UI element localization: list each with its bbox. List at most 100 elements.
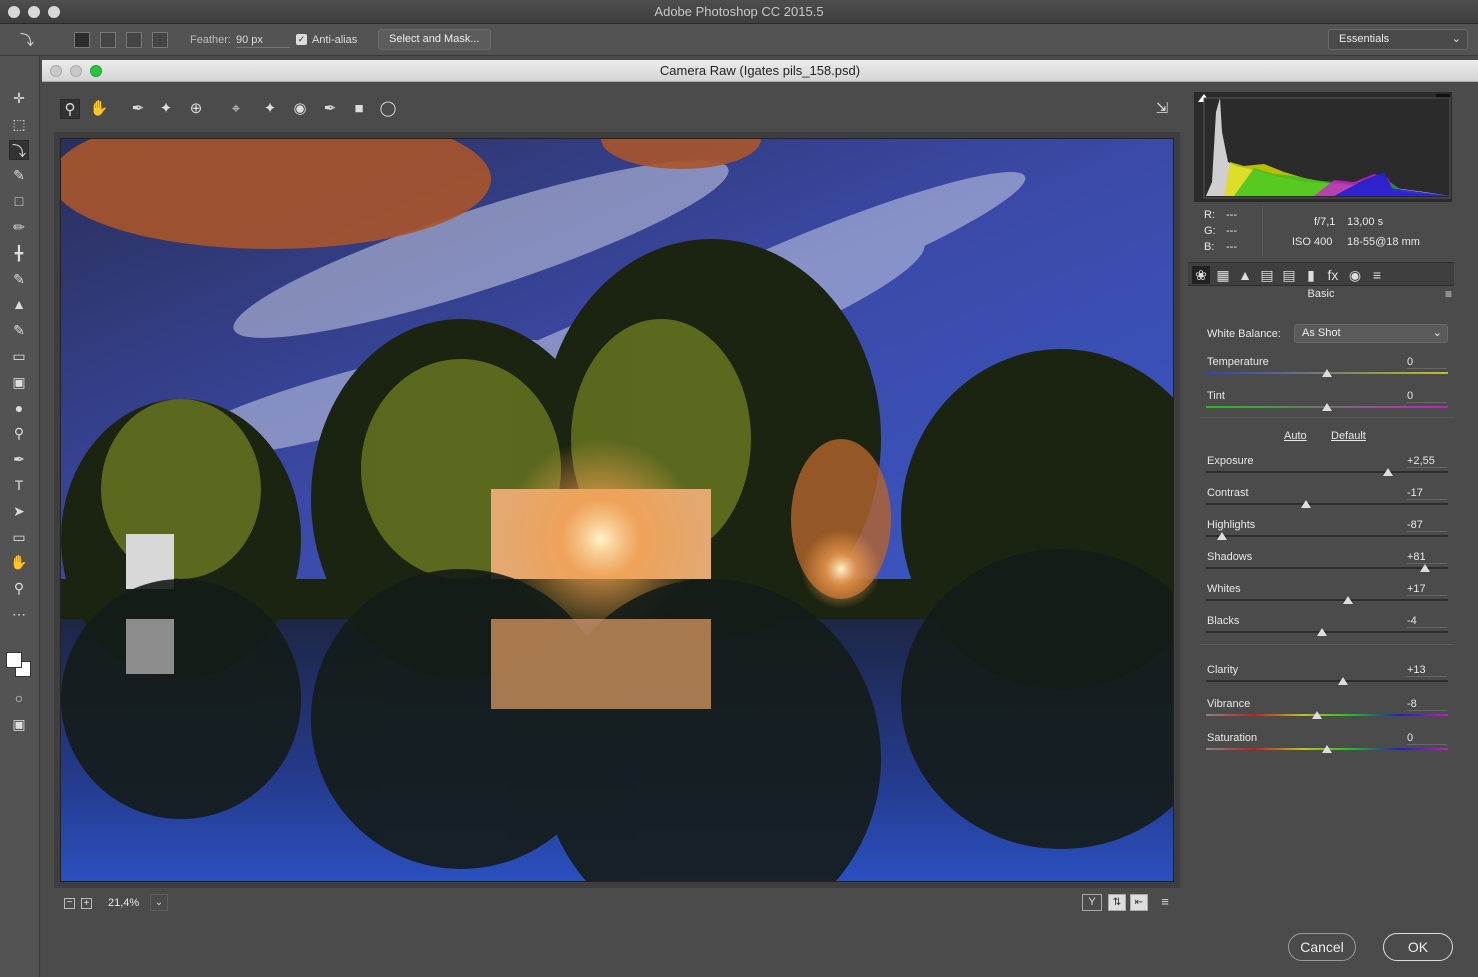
slider-value[interactable]: +81: [1407, 551, 1447, 564]
zoom-chevron-down-icon[interactable]: ⌄: [150, 894, 168, 911]
quick-select-icon[interactable]: ✎: [9, 165, 29, 185]
slider-value[interactable]: 0: [1407, 356, 1447, 369]
slider-thumb[interactable]: [1342, 596, 1353, 604]
zoom-in-icon[interactable]: +: [81, 898, 92, 909]
slider-thumb[interactable]: [1312, 711, 1323, 719]
subtract-selection-icon[interactable]: [126, 32, 142, 48]
toggle-settings-icon[interactable]: ≡: [1156, 894, 1174, 911]
slider-thumb[interactable]: [1216, 532, 1227, 540]
history-brush-icon[interactable]: ✎: [9, 320, 29, 340]
slider-track[interactable]: [1206, 503, 1448, 505]
pen-icon[interactable]: ✒: [9, 449, 29, 469]
slider-thumb[interactable]: [1322, 403, 1332, 411]
eraser-icon[interactable]: ▭: [9, 346, 29, 366]
gradient-icon[interactable]: ▣: [9, 372, 29, 392]
select-and-mask-button[interactable]: Select and Mask...: [378, 29, 491, 50]
slider-track[interactable]: [1206, 714, 1448, 716]
swap-settings-icon[interactable]: ⇅: [1108, 894, 1126, 911]
cancel-button[interactable]: Cancel: [1288, 933, 1356, 961]
auto-link[interactable]: Auto: [1284, 430, 1307, 442]
add-to-selection-icon[interactable]: [100, 32, 116, 48]
color-sampler-icon[interactable]: ✦: [156, 99, 176, 119]
zoom-icon[interactable]: ⚲: [9, 578, 29, 598]
path-select-icon[interactable]: ➤: [9, 501, 29, 521]
marquee-icon[interactable]: ⬚: [9, 114, 29, 134]
lens-tab-icon[interactable]: ▮: [1302, 266, 1320, 284]
slider-track[interactable]: [1206, 680, 1448, 682]
eyedropper-icon[interactable]: ✏: [9, 217, 29, 237]
stamp-icon[interactable]: ▲: [9, 294, 29, 314]
graduated-filter-icon[interactable]: ■: [349, 99, 369, 119]
dialog-minimize-button[interactable]: [70, 65, 82, 77]
default-link[interactable]: Default: [1331, 430, 1366, 442]
more-icon[interactable]: ⋯: [9, 604, 29, 624]
hsl-tab-icon[interactable]: ▤: [1258, 266, 1276, 284]
slider-value[interactable]: +17: [1407, 583, 1447, 596]
workspace-select[interactable]: Essentials ⌄: [1328, 29, 1468, 50]
basic-tab-icon[interactable]: ❀: [1192, 266, 1210, 284]
slider-thumb[interactable]: [1317, 628, 1328, 636]
lasso-icon[interactable]: ⤵: [9, 139, 29, 160]
slider-thumb[interactable]: [1301, 500, 1312, 508]
before-after-toggle-icon[interactable]: Y: [1082, 894, 1102, 911]
minimize-window-button[interactable]: [28, 6, 40, 18]
slider-track[interactable]: [1206, 599, 1448, 601]
hand-icon[interactable]: ✋: [89, 99, 109, 119]
panel-menu-icon[interactable]: ≡: [1445, 287, 1452, 301]
dialog-close-button[interactable]: [50, 65, 62, 77]
slider-track[interactable]: [1206, 471, 1448, 473]
red-eye-icon[interactable]: ◉: [290, 99, 310, 119]
slider-value[interactable]: -4: [1407, 615, 1447, 628]
detail-tab-icon[interactable]: ▲: [1236, 266, 1254, 284]
copy-settings-icon[interactable]: ⇤: [1130, 894, 1148, 911]
slider-value[interactable]: -87: [1407, 519, 1447, 532]
slider-thumb[interactable]: [1420, 564, 1430, 572]
zoom-level[interactable]: 21,4%: [108, 897, 139, 909]
presets-tab-icon[interactable]: ≡: [1368, 266, 1386, 284]
intersect-selection-icon[interactable]: [152, 32, 168, 48]
slider-thumb[interactable]: [1322, 369, 1332, 377]
screen-mode-icon[interactable]: ▣: [9, 714, 29, 734]
effects-tab-icon[interactable]: fx: [1324, 266, 1342, 284]
new-selection-icon[interactable]: [74, 32, 90, 48]
white-balance-select[interactable]: As Shot ⌄: [1294, 324, 1448, 343]
ok-button[interactable]: OK: [1383, 933, 1453, 961]
slider-value[interactable]: -8: [1407, 698, 1447, 711]
radial-filter-icon[interactable]: ◯: [378, 99, 398, 119]
slider-thumb[interactable]: [1337, 677, 1348, 685]
dialog-zoom-button[interactable]: [90, 65, 102, 77]
dodge-icon[interactable]: ⚲: [9, 423, 29, 443]
antialias-checkbox[interactable]: ✓: [296, 34, 307, 45]
adjustment-brush-icon[interactable]: ✒: [320, 99, 340, 119]
zoom-window-button[interactable]: [48, 6, 60, 18]
healing-icon[interactable]: ╋: [9, 243, 29, 263]
split-toning-tab-icon[interactable]: ▤: [1280, 266, 1298, 284]
close-window-button[interactable]: [8, 6, 20, 18]
slider-value[interactable]: -17: [1407, 487, 1447, 500]
lasso-tool-preset-icon[interactable]: ⤵: [20, 32, 34, 48]
slider-value[interactable]: +2,55: [1407, 455, 1447, 468]
move-icon[interactable]: ✛: [9, 88, 29, 108]
spot-removal-icon[interactable]: ✦: [260, 99, 280, 119]
slider-value[interactable]: 0: [1407, 390, 1447, 403]
open-in-ps-icon[interactable]: ⇲: [1152, 99, 1172, 119]
tone-curve-tab-icon[interactable]: ▦: [1214, 266, 1232, 284]
crop-icon[interactable]: ⌖: [226, 99, 246, 119]
white-balance-icon[interactable]: ✒: [128, 99, 148, 119]
hand-icon[interactable]: ✋: [9, 552, 29, 572]
feather-input[interactable]: 90 px: [236, 32, 290, 48]
slider-track[interactable]: [1206, 535, 1448, 537]
quick-mask-icon[interactable]: ○: [9, 688, 29, 708]
rectangle-icon[interactable]: ▭: [9, 527, 29, 547]
type-icon[interactable]: T: [9, 475, 29, 495]
slider-value[interactable]: 0: [1407, 732, 1447, 745]
slider-value[interactable]: +13: [1407, 664, 1447, 677]
zoom-icon[interactable]: ⚲: [60, 99, 80, 119]
brush-icon[interactable]: ✎: [9, 269, 29, 289]
crop-icon[interactable]: □: [9, 191, 29, 211]
photo-preview[interactable]: [60, 138, 1174, 882]
slider-track[interactable]: [1206, 567, 1448, 569]
slider-thumb[interactable]: [1322, 745, 1332, 753]
zoom-out-icon[interactable]: −: [64, 898, 75, 909]
blur-icon[interactable]: ●: [9, 398, 29, 418]
